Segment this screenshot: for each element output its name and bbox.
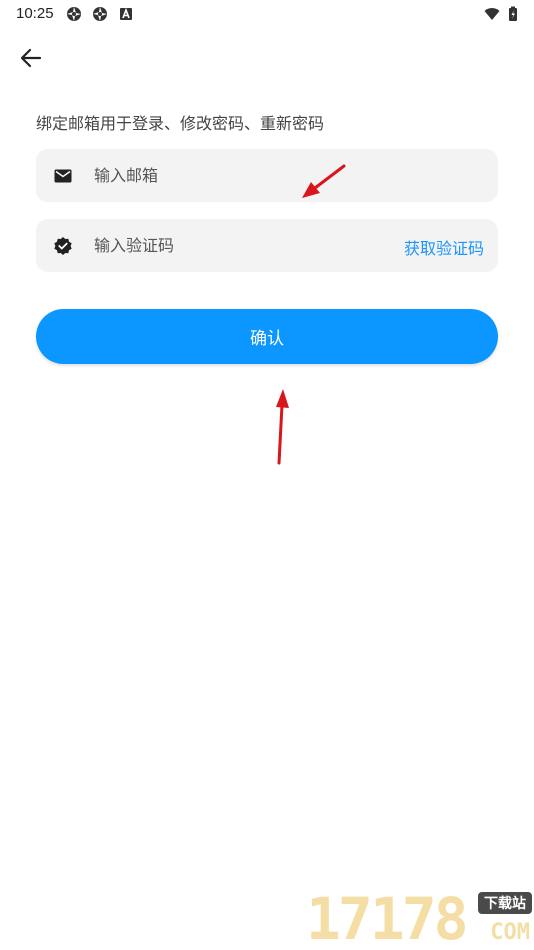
aperture-icon [66, 6, 82, 22]
annotation-arrows [276, 164, 346, 465]
verified-icon [53, 236, 73, 256]
get-code-link[interactable]: 获取验证码 [404, 235, 484, 259]
annotation-arrow [276, 389, 289, 465]
email-field [36, 149, 498, 202]
back-button[interactable] [18, 46, 44, 70]
code-input[interactable] [94, 219, 394, 272]
site-watermark: 17178 下载站 COM [306, 888, 534, 950]
bind-email-screen: 10:25 绑定邮箱用于登录、修改密码、重新密码 输入邮箱 输入验证码 获取验证… [0, 0, 534, 950]
confirm-button[interactable]: 确认 [36, 309, 498, 364]
mail-icon [53, 166, 73, 186]
status-bar: 10:25 [0, 0, 534, 28]
watermark-digits: 17178 [306, 885, 469, 950]
status-time: 10:25 [16, 5, 54, 22]
a-icon [118, 6, 134, 22]
code-field: 获取验证码 [36, 219, 498, 272]
wifi-icon [484, 6, 500, 22]
watermark-badge: 下载站 [478, 892, 532, 914]
aperture-icon [92, 6, 108, 22]
arrow-left-icon [20, 48, 42, 68]
bind-email-hint: 绑定邮箱用于登录、修改密码、重新密码 [36, 114, 325, 133]
email-input[interactable] [94, 149, 394, 202]
battery-icon [505, 6, 517, 22]
watermark-suffix: COM [490, 920, 530, 945]
